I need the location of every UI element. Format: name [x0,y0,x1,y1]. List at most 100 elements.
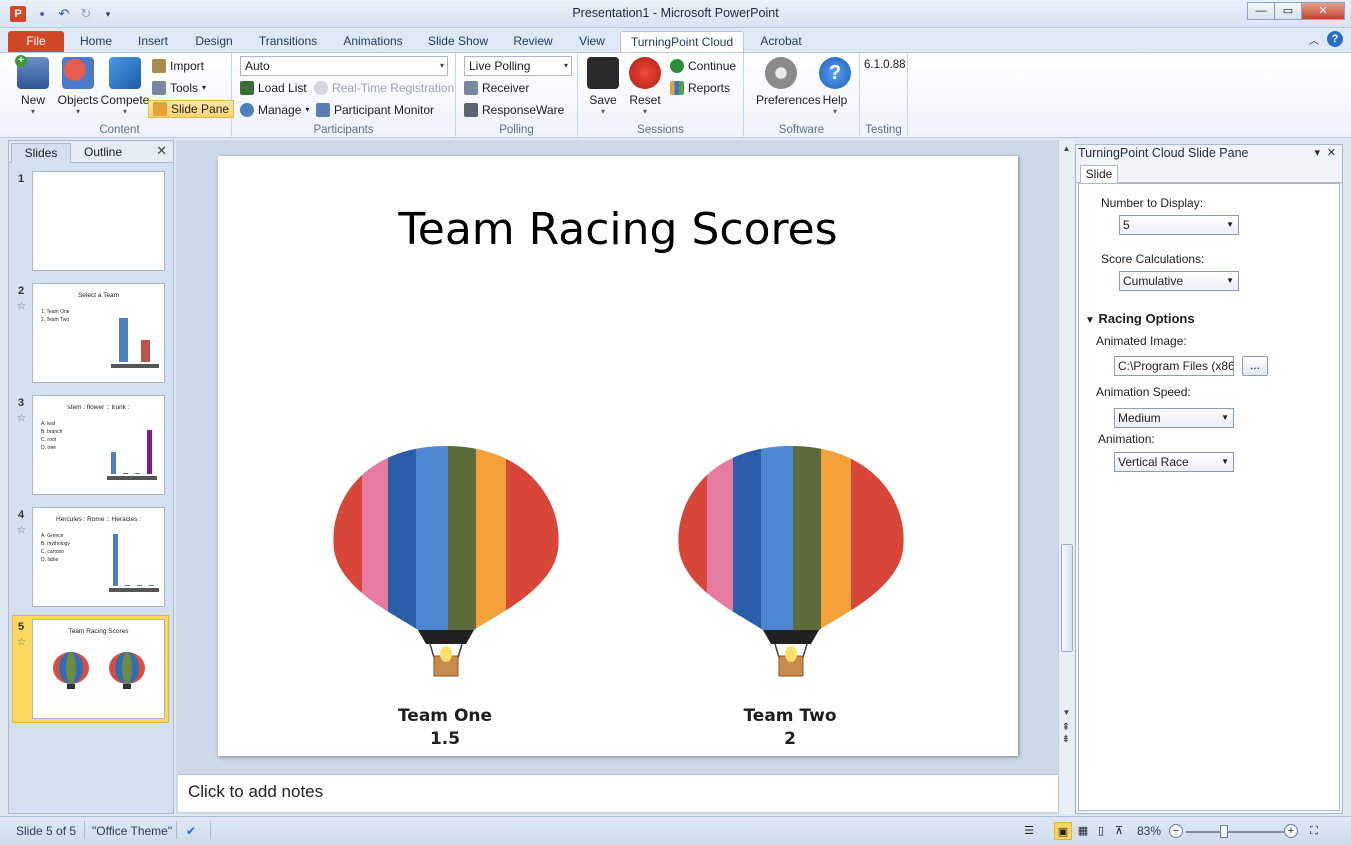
tab-view[interactable]: View [572,31,612,52]
next-slide-icon[interactable]: ⇟ [1058,734,1074,746]
zoom-slider[interactable] [1186,831,1284,833]
responseware-button[interactable]: ResponseWare [464,101,564,119]
slide-sorter-icon[interactable]: ▦ [1074,822,1092,840]
pane-options-icon[interactable]: ▾ [1314,145,1320,162]
close-button[interactable]: ✕ [1301,2,1345,20]
turningpoint-status-icon[interactable]: ☰ [1020,822,1038,840]
animation-type-dropdown[interactable]: Vertical Race ▼ [1114,452,1234,472]
previous-slide-icon[interactable]: ⇞ [1058,722,1074,734]
preferences-button[interactable]: Preferences [756,57,821,107]
slide-title[interactable]: Team Racing Scores [218,204,1018,255]
help-icon: ? [819,57,851,89]
zoom-in-icon[interactable]: + [1284,824,1298,838]
bar-branch [123,473,128,474]
group-polling: Live Polling ▾ Receiver ResponseWare Pol… [456,53,578,138]
tools-button[interactable]: Tools ▾ [152,79,206,97]
current-slide[interactable]: Team Racing Scores Team One 1.5 Team Two… [218,156,1018,756]
scroll-up-icon[interactable]: ▲ [1059,142,1074,156]
reports-button[interactable]: Reports [670,79,730,97]
score-calculations-dropdown[interactable]: Cumulative ▼ [1119,271,1239,291]
tab-outline[interactable]: Outline [73,143,133,163]
reset-button[interactable]: Reset ▾ [622,57,668,116]
minimize-ribbon-icon[interactable]: ︿ [1309,32,1319,47]
maximize-button[interactable]: ▭ [1274,2,1302,20]
chevron-down-icon: ▼ [1226,276,1234,285]
tab-home[interactable]: Home [74,31,118,52]
tab-animations[interactable]: Animations [336,31,410,52]
zoom-level[interactable]: 83% [1137,824,1161,838]
slide-thumbnail-image [32,171,165,271]
reading-view-icon[interactable]: ▯ [1092,822,1110,840]
browse-button[interactable]: ... [1242,356,1268,376]
registration-icon [314,81,328,95]
window-controls: — ▭ ✕ [1247,2,1345,20]
notes-pane[interactable]: Click to add notes [178,774,1058,812]
participant-list-dropdown[interactable]: Auto ▾ [240,56,448,76]
continue-button[interactable]: Continue [670,57,736,75]
animation-speed-label: Animation Speed: [1096,385,1191,399]
notes-scrollbar[interactable] [1058,774,1074,814]
number-to-display-dropdown[interactable]: 5 ▼ [1119,215,1239,235]
close-pane-icon[interactable]: ✕ [156,143,167,159]
slides-outline-tabs: Slides Outline ✕ [9,141,173,163]
chevron-down-icon: ▾ [305,105,310,114]
close-pane-icon[interactable]: ✕ [1327,145,1336,162]
animated-image-path-field[interactable]: C:\Program Files (x86)\T [1114,356,1234,376]
slide-thumbnail-image: Team Racing Scores [32,619,165,719]
chevron-down-icon: ▾ [439,61,444,70]
normal-view-icon[interactable]: ▣ [1054,822,1072,840]
slide-vertical-scrollbar[interactable]: ▲ ▼ ⇞ ⇟ [1058,140,1074,774]
animation-star-icon: ☆ [17,413,26,424]
spell-check-icon[interactable]: ✔ [186,824,196,838]
polling-mode-dropdown[interactable]: Live Polling ▾ [464,56,572,76]
fit-to-window-icon[interactable]: ⛶ [1305,822,1323,840]
tab-review[interactable]: Review [506,31,560,52]
scrollbar-thumb[interactable] [1061,544,1073,652]
slide-thumbnail-image: Select a Team 1. Team One 2. Team Two [32,283,165,383]
tab-acrobat[interactable]: Acrobat [752,31,810,52]
realtime-registration-button[interactable]: Real-Time Registration [314,79,454,97]
hot-air-balloon-team-two[interactable] [671,440,911,680]
title-bar: P ▪ ↶ ↻ ▾ Presentation1 - Microsoft Powe… [0,0,1351,28]
turningpoint-slide-pane: TurningPoint Cloud Slide Pane ▾ ✕ Slide … [1075,144,1343,814]
animation-star-icon: ☆ [17,301,26,312]
compete-button[interactable]: Compete ▾ [100,57,150,116]
import-button[interactable]: Import [152,57,204,75]
tab-file[interactable]: File [8,31,64,52]
load-list-icon [240,81,254,95]
save-session-button[interactable]: Save ▾ [580,57,626,116]
bar-greece [113,534,118,586]
chevron-down-icon: ▼ [1226,220,1234,229]
slide-pane-button[interactable]: Slide Pane [148,100,235,118]
zoom-slider-knob[interactable] [1220,825,1228,838]
slide-show-icon[interactable]: ⊼ [1110,822,1128,840]
load-list-button[interactable]: Load List [240,79,307,97]
objects-button[interactable]: Objects ▾ [54,57,102,116]
slide-counter: Slide 5 of 5 [16,824,77,838]
group-sessions: Save ▾ Reset ▾ Continue Reports Sessions [578,53,744,138]
zoom-out-icon[interactable]: − [1169,824,1183,838]
minimize-button[interactable]: — [1247,2,1275,20]
tab-design[interactable]: Design [188,31,240,52]
monitor-icon [316,103,330,117]
receiver-button[interactable]: Receiver [464,79,529,97]
hot-air-balloon-team-one[interactable] [326,440,566,680]
chevron-down-icon: ▼ [1221,457,1229,466]
help-icon[interactable]: ? [1327,31,1343,47]
theme-name[interactable]: "Office Theme" [92,824,172,838]
scroll-down-icon[interactable]: ▼ [1059,706,1074,720]
tab-turningpoint-cloud[interactable]: TurningPoint Cloud [620,31,744,52]
tab-slides[interactable]: Slides [11,143,71,163]
tab-slide-show[interactable]: Slide Show [422,31,494,52]
bar-mythology [125,585,130,586]
tab-insert[interactable]: Insert [130,31,176,52]
tab-slide[interactable]: Slide [1080,165,1118,184]
racing-options-section[interactable]: ▼ Racing Options [1085,311,1195,326]
help-button[interactable]: ? Help ▾ [812,57,858,116]
animation-speed-dropdown[interactable]: Medium ▼ [1114,408,1234,428]
new-button[interactable]: + New ▾ [10,55,56,116]
new-icon: + [15,55,49,89]
tab-transitions[interactable]: Transitions [252,31,324,52]
manage-button[interactable]: Manage ▾ [240,101,309,119]
participant-monitor-button[interactable]: Participant Monitor [316,101,434,119]
